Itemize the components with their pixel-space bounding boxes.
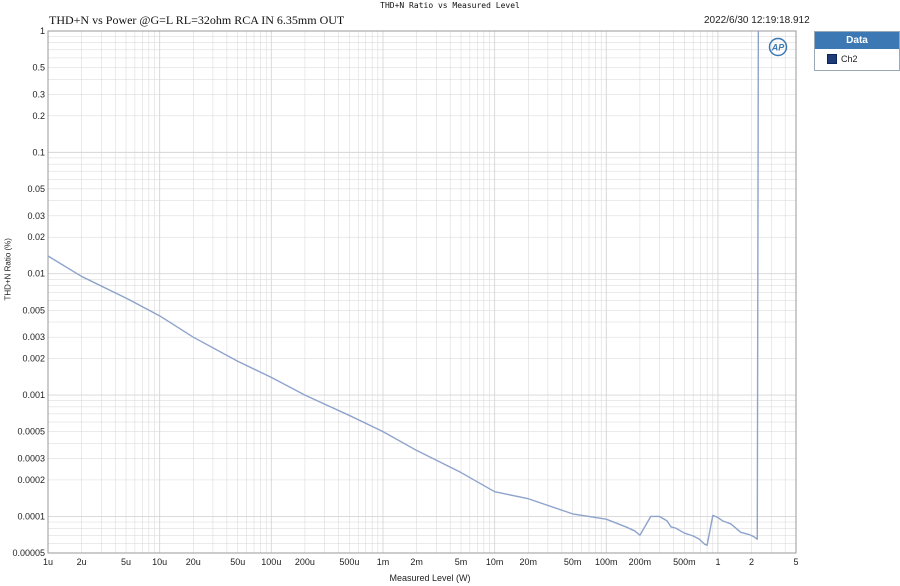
y-tick-label: 0.002	[22, 354, 45, 364]
y-tick-label: 0.001	[22, 390, 45, 400]
legend-item-ch2[interactable]: Ch2	[815, 49, 899, 69]
y-tick-label: 0.3	[32, 89, 45, 99]
y-tick-label: 0.003	[22, 332, 45, 342]
x-axis-label: Measured Level (W)	[389, 573, 471, 583]
y-tick-label: 0.03	[27, 211, 45, 221]
y-tick-label: 0.0003	[17, 454, 45, 464]
x-tick-label: 5m	[455, 557, 468, 567]
x-tick-label: 20m	[519, 557, 537, 567]
x-tick-label: 200m	[629, 557, 652, 567]
y-tick-label: 0.00005	[12, 548, 45, 558]
y-tick-label: 0.02	[27, 232, 45, 242]
y-tick-label: 0.01	[27, 269, 45, 279]
x-tick-label: 1m	[377, 557, 390, 567]
x-tick-label: 1u	[43, 557, 53, 567]
y-tick-label: 0.1	[32, 147, 45, 157]
y-tick-label: 0.05	[27, 184, 45, 194]
thd-plot: 1u 2u 5u 10u 20u 50u 100u 200u 500u 1m 2m 5m 10m 20m 5…	[12, 26, 799, 567]
y-tick-label: 0.0005	[17, 427, 45, 437]
x-tick-labels: 1u 2u 5u 10u 20u 50u 100u 200u 500u 1m 2m 5m 10m 20m 5…	[43, 557, 799, 567]
x-tick-label: 2m	[410, 557, 423, 567]
x-tick-label: 2	[749, 557, 754, 567]
y-axis-label: THD+N Ratio (%)	[3, 238, 13, 301]
x-tick-label: 10u	[152, 557, 167, 567]
plot-frame	[47, 30, 797, 554]
x-tick-label: 500m	[673, 557, 696, 567]
y-tick-label: 0.2	[32, 111, 45, 121]
svg-text:AP: AP	[771, 43, 785, 53]
grid-minor	[48, 31, 797, 554]
legend-item-label: Ch2	[841, 54, 858, 64]
y-tick-label: 0.0002	[17, 475, 45, 485]
x-tick-label: 100m	[595, 557, 618, 567]
ap-logo-icon: AP	[768, 37, 788, 57]
x-tick-label: 5	[793, 557, 798, 567]
y-tick-label: 0.5	[32, 63, 45, 73]
x-tick-label: 20u	[186, 557, 201, 567]
x-tick-label: 50m	[564, 557, 582, 567]
y-tick-label: 0.0001	[17, 511, 45, 521]
x-tick-label: 200u	[295, 557, 315, 567]
legend-header: Data	[815, 32, 899, 49]
legend-swatch	[827, 54, 837, 64]
y-tick-label: 1	[40, 26, 45, 36]
x-tick-label: 50u	[230, 557, 245, 567]
x-tick-label: 100u	[261, 557, 281, 567]
grid-major	[47, 30, 796, 553]
x-tick-label: 1	[715, 557, 720, 567]
x-tick-label: 10m	[486, 557, 504, 567]
x-tick-label: 2u	[77, 557, 87, 567]
y-tick-labels: 1 0.5 0.3 0.2 0.1 0.05 0.03 0.02 0.01 0.005 0.003 0…	[12, 26, 45, 558]
y-tick-label: 0.005	[22, 305, 45, 315]
x-tick-label: 5u	[121, 557, 131, 567]
legend-panel: Data Ch2	[814, 31, 900, 71]
x-tick-label: 500u	[339, 557, 359, 567]
